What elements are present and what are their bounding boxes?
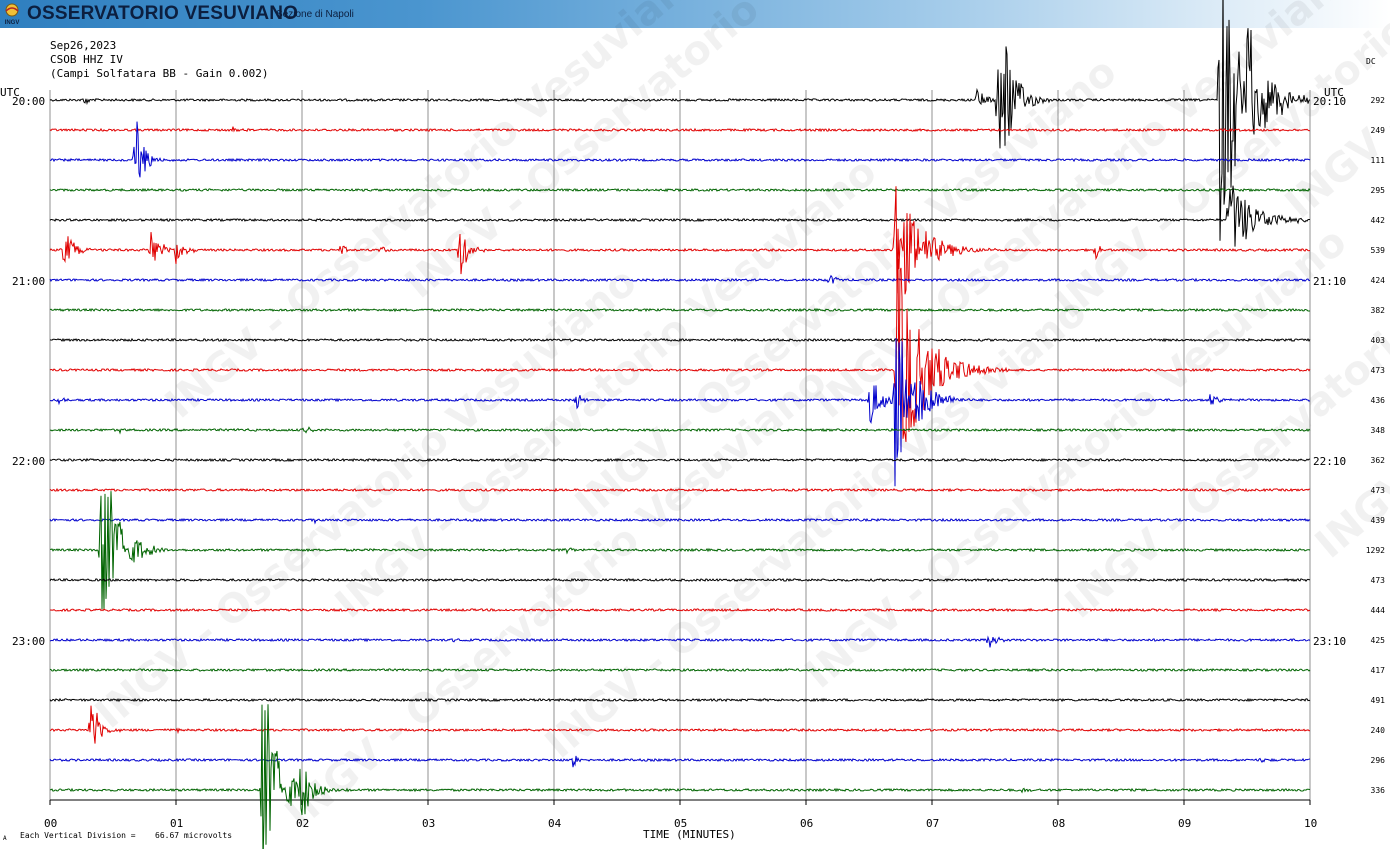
dc-value: 439 [1371,516,1386,525]
dc-value: 436 [1371,396,1386,405]
x-tick-label: 04 [548,817,562,830]
dc-value: 417 [1371,666,1386,675]
x-axis-title: TIME (MINUTES) [643,828,736,841]
dc-value: 473 [1371,576,1386,585]
dc-value: 442 [1371,216,1386,225]
dc-value: 292 [1371,96,1386,105]
dc-value: 491 [1371,696,1386,705]
x-tick-label: 09 [1178,817,1191,830]
left-time-label: 22:00 [12,455,45,468]
dc-value: 403 [1371,336,1386,345]
dc-value: 296 [1371,756,1386,765]
dc-value: 444 [1371,606,1386,615]
division-label: Each Vertical Division = [20,831,136,840]
x-tick-label: 02 [296,817,309,830]
dc-value: 295 [1371,186,1386,195]
corner-mark: A [3,835,7,842]
dc-value: 362 [1371,456,1386,465]
left-time-label: 20:00 [12,95,45,108]
dc-value: 348 [1371,426,1386,435]
dc-value: 336 [1371,786,1386,795]
dc-value: 111 [1371,156,1386,165]
dc-value: 473 [1371,366,1386,375]
right-time-label: 20:10 [1313,95,1346,108]
seismogram-chart: INGV - Osservatorio VesuvianoINGV - Osse… [0,0,1390,849]
dc-value: 473 [1371,486,1386,495]
dc-header: DC [1366,57,1376,66]
x-tick-label: 06 [800,817,813,830]
dc-value: 425 [1371,636,1386,645]
dc-value: 424 [1371,276,1386,285]
axis-labels: UTC UTC DC TIME (MINUTES) 20:0021:0022:0… [0,57,1385,841]
left-time-label: 23:00 [12,635,45,648]
x-tick-label: 10 [1304,817,1317,830]
watermark-text: INGV - Osservatorio Vesuviano [87,259,646,738]
x-tick-label: 03 [422,817,435,830]
right-time-label: 21:10 [1313,275,1346,288]
x-tick-label: 07 [926,817,939,830]
dc-value: 249 [1371,126,1386,135]
footer: A Each Vertical Division = 66.67 microvo… [3,831,232,842]
x-tick-label: 01 [170,817,183,830]
x-tick-label: 08 [1052,817,1065,830]
right-time-label: 22:10 [1313,455,1346,468]
right-time-label: 23:10 [1313,635,1346,648]
dc-value: 382 [1371,306,1386,315]
dc-value: 539 [1371,246,1386,255]
division-value: 66.67 microvolts [155,831,232,840]
watermark: INGV - Osservatorio VesuvianoINGV - Osse… [87,0,1390,838]
x-tick-label: 00 [44,817,57,830]
left-time-label: 21:00 [12,275,45,288]
dc-value: 240 [1371,726,1386,735]
dc-value: 1292 [1366,546,1385,555]
